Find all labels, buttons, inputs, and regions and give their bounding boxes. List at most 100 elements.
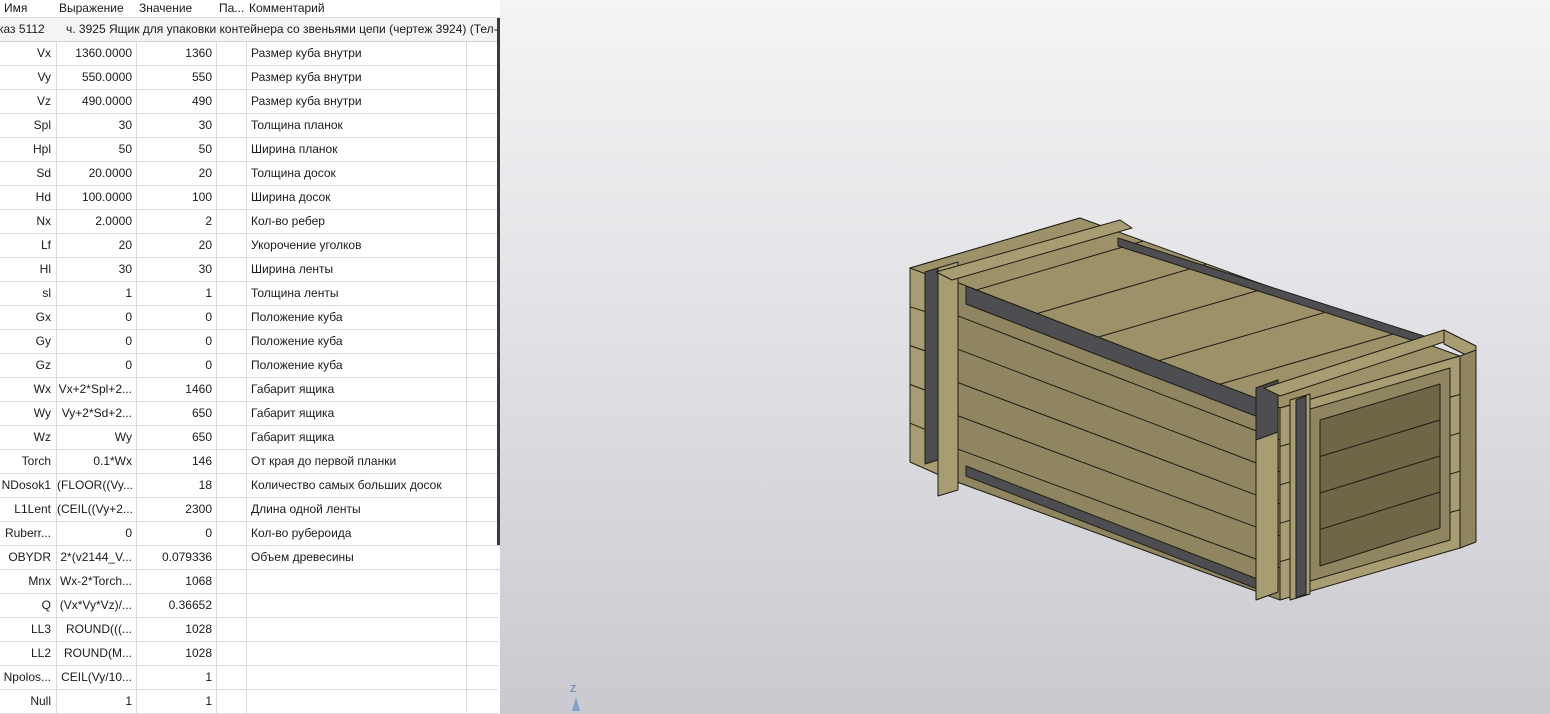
variable-value-cell[interactable]: 0 bbox=[137, 306, 217, 330]
variable-extra-cell[interactable] bbox=[467, 162, 500, 186]
variable-name-cell[interactable]: Null bbox=[0, 690, 57, 714]
variable-param-cell[interactable] bbox=[217, 258, 247, 282]
variable-row[interactable]: Wx Vx+2*Spl+2... 1460 Габарит ящика bbox=[0, 378, 500, 402]
variable-expression-cell[interactable]: 550.0000 bbox=[57, 66, 137, 90]
variable-param-cell[interactable] bbox=[217, 522, 247, 546]
variable-name-cell[interactable]: Hpl bbox=[0, 138, 57, 162]
column-header-name[interactable]: Имя bbox=[4, 0, 56, 18]
variable-param-cell[interactable] bbox=[217, 138, 247, 162]
variable-expression-cell[interactable]: (FLOOR((Vy... bbox=[57, 474, 137, 498]
variable-row[interactable]: LL2 ROUND(M... 1028 bbox=[0, 642, 500, 666]
column-header-comment[interactable]: Комментарий bbox=[249, 0, 469, 18]
variable-name-cell[interactable]: Nx bbox=[0, 210, 57, 234]
variable-expression-cell[interactable]: CEIL(Vy/10... bbox=[57, 666, 137, 690]
variable-expression-cell[interactable]: 50 bbox=[57, 138, 137, 162]
variable-extra-cell[interactable] bbox=[467, 426, 500, 450]
variable-name-cell[interactable]: LL2 bbox=[0, 642, 57, 666]
variable-name-cell[interactable]: OBYDR bbox=[0, 546, 57, 570]
variable-comment-cell[interactable]: Ширина досок bbox=[247, 186, 467, 210]
variable-comment-cell[interactable]: Длина одной ленты bbox=[247, 498, 467, 522]
variable-extra-cell[interactable] bbox=[467, 282, 500, 306]
variable-expression-cell[interactable]: 1 bbox=[57, 282, 137, 306]
variable-extra-cell[interactable] bbox=[467, 234, 500, 258]
variable-value-cell[interactable]: 30 bbox=[137, 114, 217, 138]
variable-comment-cell[interactable]: Размер куба внутри bbox=[247, 90, 467, 114]
variable-row[interactable]: Torch 0.1*Wx 146 От края до первой планки bbox=[0, 450, 500, 474]
variable-param-cell[interactable] bbox=[217, 450, 247, 474]
variable-extra-cell[interactable] bbox=[467, 114, 500, 138]
variable-extra-cell[interactable] bbox=[467, 474, 500, 498]
variable-extra-cell[interactable] bbox=[467, 594, 498, 618]
variable-value-cell[interactable]: 30 bbox=[137, 258, 217, 282]
variable-expression-cell[interactable]: (CEIL((Vy+2... bbox=[57, 498, 137, 522]
variable-param-cell[interactable] bbox=[217, 210, 247, 234]
variable-expression-cell[interactable]: 0 bbox=[57, 330, 137, 354]
variable-name-cell[interactable]: Vz bbox=[0, 90, 57, 114]
variable-comment-cell[interactable]: Толщина планок bbox=[247, 114, 467, 138]
variable-comment-cell[interactable]: Размер куба внутри bbox=[247, 66, 467, 90]
variable-name-cell[interactable]: Hd bbox=[0, 186, 57, 210]
variable-value-cell[interactable]: 1 bbox=[137, 282, 217, 306]
variable-row[interactable]: Mnx Wx-2*Torch... 1068 bbox=[0, 570, 500, 594]
variable-param-cell[interactable] bbox=[217, 618, 247, 642]
variable-row[interactable]: NDosok1 (FLOOR((Vy... 18 Количество самых б… bbox=[0, 474, 500, 498]
variable-name-cell[interactable]: Npolos... bbox=[0, 666, 57, 690]
variable-row[interactable]: Gz 0 0 Положение куба bbox=[0, 354, 500, 378]
variable-name-cell[interactable]: Torch bbox=[0, 450, 57, 474]
variable-extra-cell[interactable] bbox=[467, 330, 500, 354]
variable-extra-cell[interactable] bbox=[467, 522, 500, 546]
variable-extra-cell[interactable] bbox=[467, 570, 498, 594]
variable-expression-cell[interactable]: 0 bbox=[57, 522, 137, 546]
variable-comment-cell[interactable] bbox=[247, 618, 467, 642]
variable-expression-cell[interactable]: ROUND(((... bbox=[57, 618, 137, 642]
variable-expression-cell[interactable]: 0 bbox=[57, 354, 137, 378]
variable-param-cell[interactable] bbox=[217, 594, 247, 618]
variable-expression-cell[interactable]: 20.0000 bbox=[57, 162, 137, 186]
variable-param-cell[interactable] bbox=[217, 378, 247, 402]
variable-value-cell[interactable]: 1 bbox=[137, 666, 217, 690]
column-header-value[interactable]: Значение bbox=[139, 0, 217, 18]
variable-row[interactable]: LL3 ROUND(((... 1028 bbox=[0, 618, 500, 642]
variable-value-cell[interactable]: 20 bbox=[137, 234, 217, 258]
variable-comment-cell[interactable] bbox=[247, 594, 467, 618]
variable-expression-cell[interactable]: 20 bbox=[57, 234, 137, 258]
variable-param-cell[interactable] bbox=[217, 666, 247, 690]
variable-param-cell[interactable] bbox=[217, 90, 247, 114]
variable-name-cell[interactable]: Gz bbox=[0, 354, 57, 378]
variable-comment-cell[interactable]: Ширина ленты bbox=[247, 258, 467, 282]
variable-extra-cell[interactable] bbox=[467, 618, 498, 642]
variable-comment-cell[interactable]: Габарит ящика bbox=[247, 402, 467, 426]
variable-row[interactable]: Hd 100.0000 100 Ширина досок bbox=[0, 186, 500, 210]
variable-name-cell[interactable]: Ruberr... bbox=[0, 522, 57, 546]
variable-value-cell[interactable]: 2 bbox=[137, 210, 217, 234]
variable-row[interactable]: OBYDR 2*(v2144_V... 0.079336 Объем древесин… bbox=[0, 546, 500, 570]
variable-extra-cell[interactable] bbox=[467, 498, 500, 522]
variable-comment-cell[interactable]: Размер куба внутри bbox=[247, 42, 467, 66]
variable-row[interactable]: Wy Vy+2*Sd+2... 650 Габарит ящика bbox=[0, 402, 500, 426]
variable-expression-cell[interactable]: Vx+2*Spl+2... bbox=[57, 378, 137, 402]
variable-expression-cell[interactable]: 30 bbox=[57, 258, 137, 282]
variable-value-cell[interactable]: 0 bbox=[137, 330, 217, 354]
variable-comment-cell[interactable] bbox=[247, 642, 467, 666]
variable-param-cell[interactable] bbox=[217, 186, 247, 210]
variable-value-cell[interactable]: 50 bbox=[137, 138, 217, 162]
variable-value-cell[interactable]: 490 bbox=[137, 90, 217, 114]
variable-value-cell[interactable]: 650 bbox=[137, 402, 217, 426]
variable-row[interactable]: Spl 30 30 Толщина планок bbox=[0, 114, 500, 138]
variable-comment-cell[interactable] bbox=[247, 666, 467, 690]
variable-comment-cell[interactable]: Положение куба bbox=[247, 354, 467, 378]
variable-value-cell[interactable]: 20 bbox=[137, 162, 217, 186]
variable-expression-cell[interactable]: 0.1*Wx bbox=[57, 450, 137, 474]
variable-extra-cell[interactable] bbox=[467, 690, 498, 714]
variable-value-cell[interactable]: 146 bbox=[137, 450, 217, 474]
variable-extra-cell[interactable] bbox=[467, 138, 500, 162]
variable-param-cell[interactable] bbox=[217, 42, 247, 66]
variable-param-cell[interactable] bbox=[217, 354, 247, 378]
variable-name-cell[interactable]: L1Lent bbox=[0, 498, 57, 522]
variable-comment-cell[interactable]: Ширина планок bbox=[247, 138, 467, 162]
model-title-row[interactable]: каз 5112 ч. 3925 Ящик для упаковки конте… bbox=[0, 18, 500, 42]
variable-param-cell[interactable] bbox=[217, 66, 247, 90]
variable-row[interactable]: L1Lent (CEIL((Vy+2... 2300 Длина одной лент… bbox=[0, 498, 500, 522]
variable-value-cell[interactable]: 0 bbox=[137, 522, 217, 546]
variable-comment-cell[interactable]: Кол-во ребер bbox=[247, 210, 467, 234]
